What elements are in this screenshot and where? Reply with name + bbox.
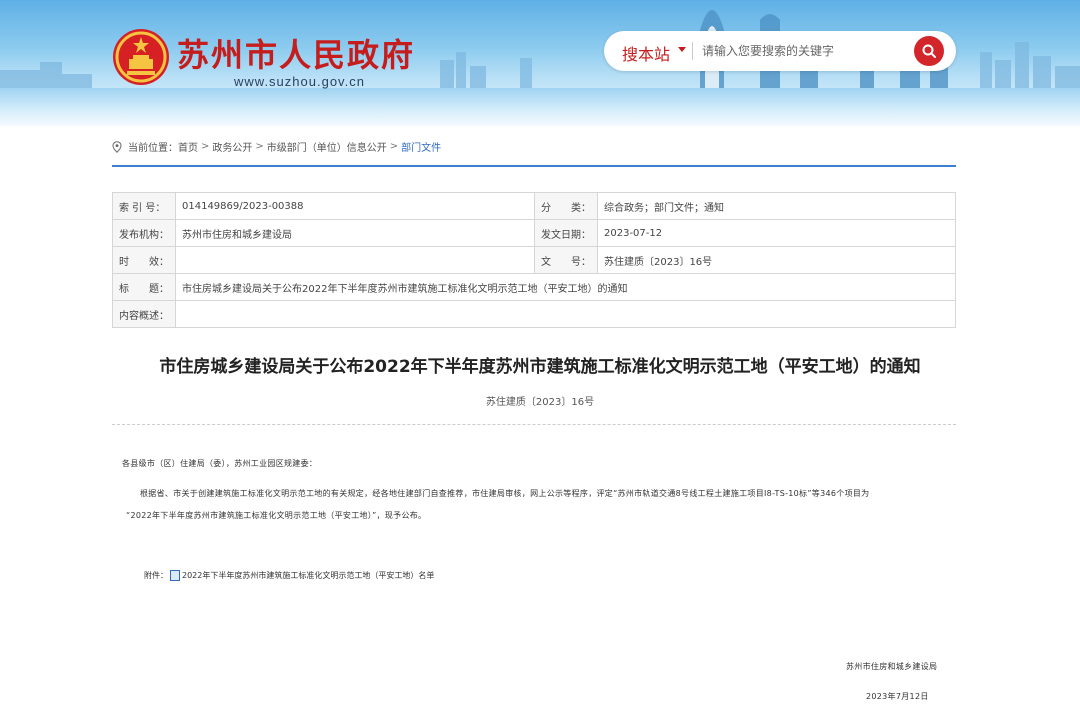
document-title: 市住房城乡建设局关于公布2022年下半年度苏州市建筑施工标准化文明示范工地（平安… — [159, 357, 921, 377]
breadcrumb-item-dept-docs[interactable]: 部门文件 — [401, 139, 441, 154]
attachment-label: 附件： — [144, 571, 168, 580]
validity-value — [175, 246, 535, 274]
search-input[interactable] — [700, 39, 904, 63]
body-paragraph-line-2: “2022年下半年度苏州市建筑施工标准化文明示范工地（平安工地）”，现予公布。 — [126, 511, 427, 520]
category-label: 分 类： — [534, 192, 598, 220]
signer: 苏州市住房和城乡建设局 — [846, 662, 938, 671]
document-number: 苏住建质〔2023〕16号 — [485, 397, 595, 408]
breadcrumb-separator: > — [389, 141, 399, 152]
search-button[interactable] — [914, 36, 944, 66]
table-row: 标 题： 市住房城乡建设局关于公布2022年下半年度苏州市建筑施工标准化文明示范… — [112, 273, 956, 301]
national-emblem-icon — [113, 29, 169, 85]
date-label: 发文日期： — [534, 219, 598, 247]
summary-label: 内容概述： — [112, 300, 176, 328]
location-pin-icon — [112, 140, 122, 153]
title-label: 标 题： — [112, 273, 176, 301]
date-value: 2023-07-12 — [597, 219, 956, 247]
title-value: 市住房城乡建设局关于公布2022年下半年度苏州市建筑施工标准化文明示范工地（平安… — [175, 273, 956, 301]
table-row: 索 引 号： 014149869/2023-00388 分 类： 综合政务；部门… — [112, 192, 956, 220]
breadcrumb-separator: > — [255, 141, 264, 152]
body-paragraph-line-1: 根据省、市关于创建建筑施工标准化文明示范工地的有关规定，经各地住建部门自查推荐，… — [140, 489, 870, 498]
header-banner: 苏州市人民政府 www.suzhou.gov.cn 搜本站 — [0, 0, 1080, 126]
breadcrumb-item-dept-info[interactable]: 市级部门（单位）信息公开 — [267, 139, 387, 154]
table-row: 内容概述： — [112, 300, 956, 328]
validity-label: 时 效： — [112, 246, 176, 274]
issuer-value: 苏州市住房和城乡建设局 — [175, 219, 535, 247]
site-url: www.suzhou.gov.cn — [234, 74, 365, 89]
attachment: 附件： 2022年下半年度苏州市建筑施工标准化文明示范工地（平安工地）名单 — [144, 570, 434, 581]
docno-value: 苏住建质〔2023〕16号 — [597, 246, 956, 274]
search-divider — [692, 42, 693, 60]
water-strip — [0, 88, 1080, 126]
index-label: 索 引 号： — [112, 192, 176, 220]
search-icon — [922, 44, 936, 58]
breadcrumb-separator: > — [201, 141, 210, 152]
index-value: 014149869/2023-00388 — [175, 192, 535, 220]
search-box: 搜本站 — [604, 31, 956, 71]
breadcrumb-divider — [112, 165, 956, 167]
chevron-down-icon[interactable] — [678, 47, 686, 52]
table-row: 时 效： 文 号： 苏住建质〔2023〕16号 — [112, 246, 956, 274]
salutation: 各县级市（区）住建局（委），苏州工业园区规建委： — [122, 459, 318, 468]
breadcrumb-item-home[interactable]: 首页 — [178, 139, 198, 154]
document-file-icon — [170, 570, 180, 581]
category-value: 综合政务；部门文件；通知 — [597, 192, 956, 220]
breadcrumb-prefix: 当前位置： — [128, 143, 178, 154]
summary-value — [175, 300, 956, 328]
attachment-link[interactable]: 2022年下半年度苏州市建筑施工标准化文明示范工地（平安工地）名单 — [182, 570, 434, 581]
table-row: 发布机构： 苏州市住房和城乡建设局 发文日期： 2023-07-12 — [112, 219, 956, 247]
issuer-label: 发布机构： — [112, 219, 176, 247]
document-metadata-table: 索 引 号： 014149869/2023-00388 分 类： 综合政务；部门… — [112, 192, 956, 328]
site-title[interactable]: 苏州市人民政府 — [177, 30, 415, 76]
breadcrumb-item-gov-affairs[interactable]: 政务公开 — [212, 139, 252, 154]
search-scope-dropdown[interactable]: 搜本站 — [622, 41, 670, 65]
docno-label: 文 号： — [534, 246, 598, 274]
article-divider — [112, 424, 956, 425]
breadcrumb: 当前位置： 首页 > 政务公开 > 市级部门（单位）信息公开 > 部门文件 — [112, 139, 441, 154]
sign-date: 2023年7月12日 — [866, 692, 929, 701]
